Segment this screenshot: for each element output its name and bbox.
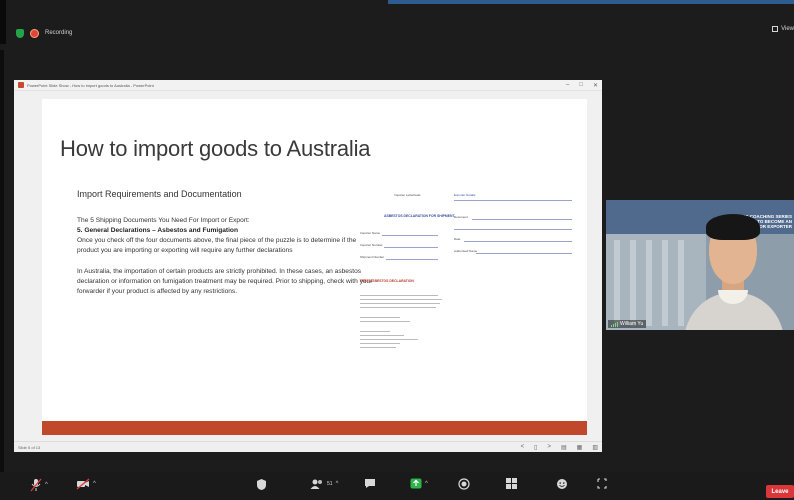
- doc-field-right-1: Document: [454, 215, 468, 219]
- video-options-caret[interactable]: ^: [93, 481, 96, 487]
- slide-paragraph-2: In Australia, the importation of certain…: [77, 268, 373, 295]
- participant-video-tile[interactable]: BUSINESS COACHING SERIES HOW TO BECOME A…: [606, 200, 794, 330]
- chat-button[interactable]: [364, 478, 376, 489]
- prev-slide-icon[interactable]: <: [521, 444, 525, 451]
- recording-label: Recording: [45, 30, 73, 36]
- participants-icon: [310, 479, 322, 489]
- powerpoint-icon: [18, 82, 24, 88]
- video-off-icon: [76, 478, 90, 490]
- leave-meeting-button[interactable]: Leave: [766, 485, 794, 498]
- slide-area: How to import goods to Australia Import …: [14, 91, 602, 441]
- maximize-icon[interactable]: □: [579, 82, 583, 89]
- next-slide-icon[interactable]: >: [547, 444, 551, 451]
- share-window-title: PowerPoint Slide Show - How to import go…: [27, 82, 154, 88]
- slide-title: How to import goods to Australia: [60, 136, 371, 161]
- reactions-button[interactable]: [556, 478, 568, 490]
- view-label: View: [781, 26, 794, 32]
- participants-count: 51: [327, 481, 333, 487]
- doc-top-left: Importer Letterhead: [394, 193, 421, 197]
- reactions-smiley-icon: [557, 479, 567, 489]
- connection-signal-icon: [611, 321, 618, 327]
- slide-view-icon[interactable]: ▯: [534, 444, 537, 451]
- chat-icon: [365, 479, 375, 488]
- sorter-view-icon[interactable]: ▦: [577, 444, 583, 451]
- slide-paragraph-1: Once you check off the four documents ab…: [77, 237, 357, 254]
- participants-button[interactable]: 51 ^: [310, 478, 338, 490]
- minimize-icon[interactable]: –: [566, 82, 569, 89]
- record-button[interactable]: [458, 478, 470, 490]
- audio-options-caret[interactable]: ^: [45, 482, 48, 488]
- doc-field-left-1: Importer Name: [360, 231, 381, 235]
- participant-name-tag: William Yu: [608, 320, 647, 328]
- participants-caret[interactable]: ^: [336, 481, 339, 487]
- apps-grid-icon: [506, 478, 517, 489]
- doc-heading: ASBESTOS DECLARATION FOR SHIPMENT: [384, 214, 455, 218]
- view-button[interactable]: View: [772, 26, 794, 32]
- microphone-muted-icon: [30, 478, 42, 492]
- grid-view-icon: [772, 26, 779, 32]
- doc-field-left-2: Importer Number: [360, 243, 383, 247]
- slide-subtitle: Import Requirements and Documentation: [77, 189, 242, 199]
- normal-view-icon[interactable]: ▤: [561, 444, 567, 451]
- more-button[interactable]: [596, 478, 608, 490]
- share-screen-button[interactable]: ^: [410, 478, 428, 489]
- participant-name: William Yu: [620, 321, 644, 327]
- video-button[interactable]: ^: [76, 478, 96, 490]
- share-options-caret[interactable]: ^: [425, 481, 428, 487]
- share-titlebar: PowerPoint Slide Show - How to import go…: [14, 80, 602, 91]
- slide: How to import goods to Australia Import …: [42, 99, 587, 435]
- record-icon: [458, 478, 470, 490]
- window-controls: – □ ✕: [566, 82, 598, 89]
- zoom-meeting-window: Recording View PowerPoint Slide Show - H…: [0, 0, 794, 500]
- doc-section: FREE ASBESTOS DECLARATION: [360, 279, 414, 283]
- recording-dot-icon: [30, 28, 39, 38]
- doc-top-right: Exporter Details: [454, 193, 476, 197]
- shared-screen: PowerPoint Slide Show - How to import go…: [14, 80, 602, 452]
- slide-line-documents: The 5 Shipping Documents You Need For Im…: [77, 217, 250, 224]
- share-screen-icon: [410, 478, 422, 489]
- slide-body: The 5 Shipping Documents You Need For Im…: [77, 216, 373, 308]
- slideshow-controls: < ▯ > ▤ ▦ ▥: [521, 444, 598, 451]
- doc-field-right-2: Date: [454, 237, 461, 241]
- recording-indicator[interactable]: Recording: [16, 26, 72, 40]
- more-options-icon: [597, 478, 607, 489]
- reading-view-icon[interactable]: ▥: [592, 444, 598, 451]
- participant-hair: [706, 214, 760, 240]
- slide-line-declarations: 5. General Declarations – Asbestos and F…: [77, 227, 238, 234]
- slide-footer-band: [42, 421, 587, 435]
- close-icon[interactable]: ✕: [593, 82, 598, 89]
- security-shield-icon[interactable]: [16, 28, 24, 38]
- declaration-document-image: Importer Letterhead Exporter Details ASB…: [360, 191, 586, 381]
- security-shield-toolbar-icon: [257, 479, 266, 490]
- doc-field-right-3: Authorised Name: [454, 249, 478, 253]
- slide-counter: Slide 5 of 13: [18, 444, 41, 450]
- slideshow-status-bar: Slide 5 of 13 < ▯ > ▤ ▦ ▥: [14, 441, 602, 452]
- doc-field-left-3: Shipment Number: [360, 255, 385, 259]
- meeting-toolbar: [0, 472, 794, 500]
- top-accent-bar: [388, 0, 794, 4]
- security-button[interactable]: [256, 478, 267, 491]
- left-edge-strip: [0, 50, 4, 480]
- mute-button[interactable]: ^: [30, 478, 48, 492]
- window-edge: [0, 0, 6, 44]
- apps-button[interactable]: [506, 478, 517, 489]
